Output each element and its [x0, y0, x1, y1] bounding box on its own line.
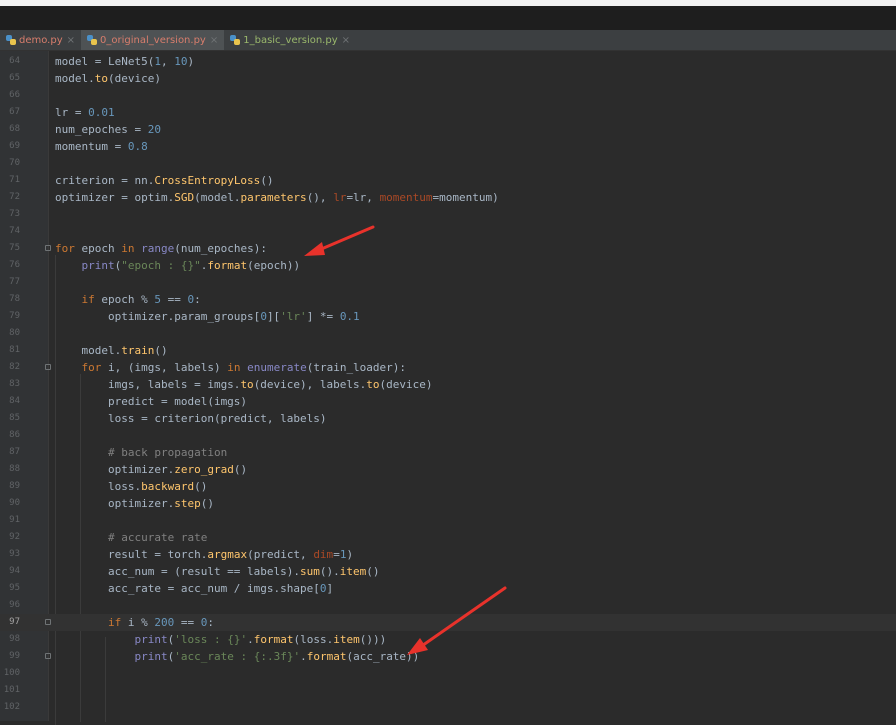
red-arrow-print-epoch [304, 225, 375, 256]
red-arrow-print-acc-rate [407, 586, 507, 655]
annotation-arrows [304, 225, 507, 655]
